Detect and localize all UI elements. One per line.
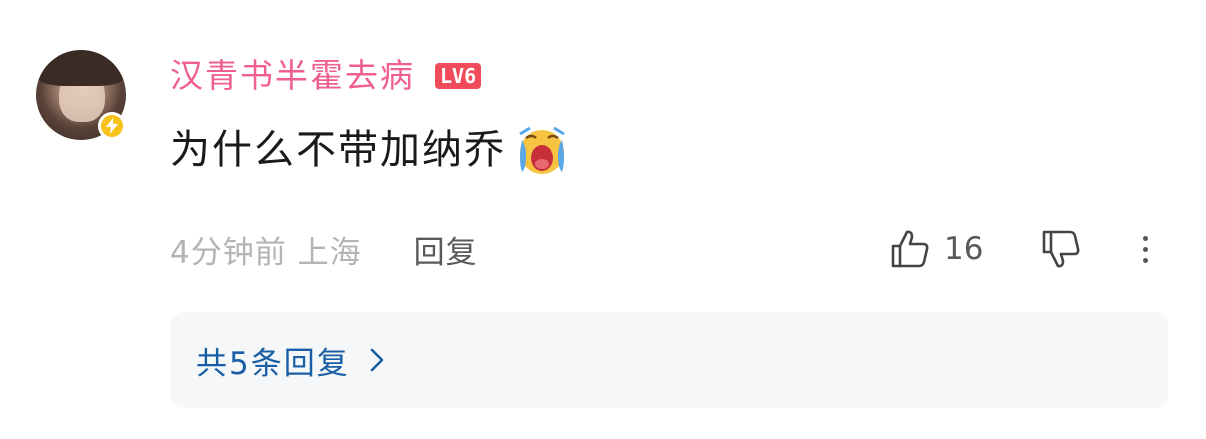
comment-text: 为什么不带加纳乔 — [170, 127, 506, 173]
thumbs-up-icon — [891, 230, 929, 268]
thumbs-down-icon — [1043, 230, 1080, 268]
lightning-icon — [106, 118, 118, 134]
username-row: 汉青书半霍去病 LV6 — [170, 56, 482, 96]
like-count: 16 — [944, 231, 984, 267]
comment-meta: 4分钟前 上海 回复 — [170, 226, 478, 272]
level-label: LV6 — [440, 64, 477, 88]
chevron-right-icon — [368, 346, 386, 374]
comment-actions: 16 — [888, 224, 1149, 274]
dislike-button[interactable] — [1039, 227, 1083, 271]
time-location: 4分钟前 上海 — [170, 234, 362, 271]
comment-content: 为什么不带加纳乔 — [170, 120, 572, 180]
reply-button[interactable]: 回复 — [414, 227, 478, 272]
avatar-container[interactable] — [36, 50, 126, 140]
more-dot — [1143, 257, 1149, 263]
more-vertical-icon — [1143, 235, 1149, 241]
crying-face-icon — [519, 126, 565, 174]
replies-summary-link[interactable]: 共5条回复 — [196, 338, 350, 383]
comment-item: 汉青书半霍去病 LV6 为什么不带加纳乔 4分钟前 上海 回复 16 共5条回复 — [0, 0, 1206, 439]
more-dot — [1143, 246, 1149, 252]
like-button[interactable]: 16 — [888, 227, 983, 271]
level-badge: LV6 — [435, 63, 482, 89]
more-button[interactable] — [1143, 229, 1149, 269]
vip-badge — [98, 112, 126, 140]
username[interactable]: 汉青书半霍去病 — [170, 56, 415, 96]
replies-summary-box[interactable]: 共5条回复 — [170, 312, 1168, 408]
